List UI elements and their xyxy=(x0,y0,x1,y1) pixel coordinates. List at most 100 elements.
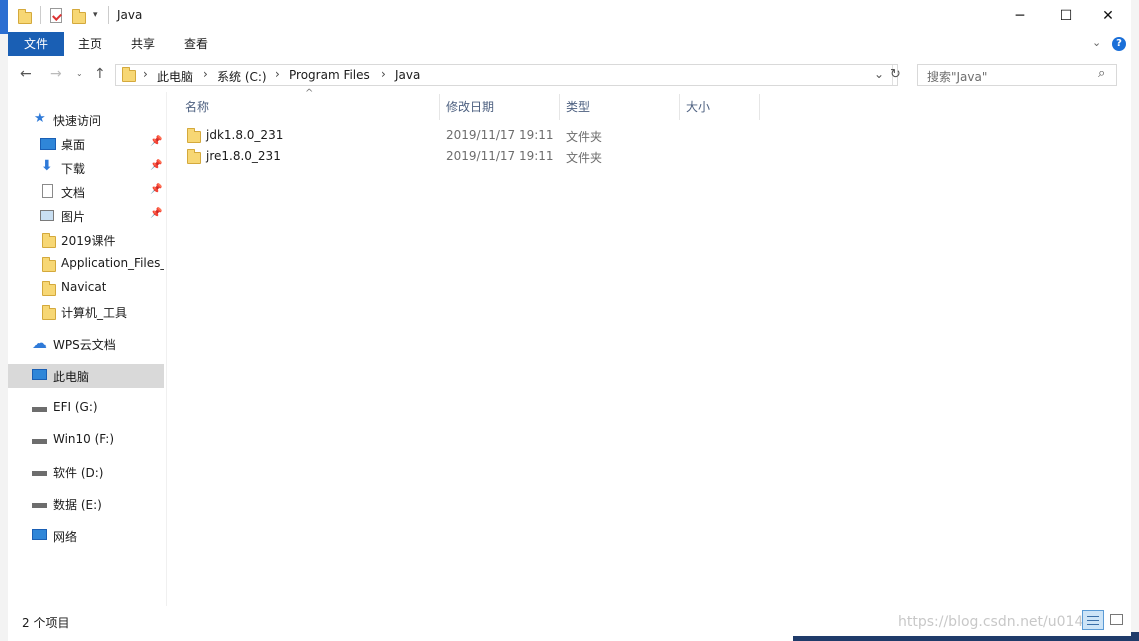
nav-quick-access[interactable]: ★ 快速访问 xyxy=(8,108,164,132)
nav-item-desktop[interactable]: 桌面 📌 xyxy=(8,132,164,156)
back-arrow-icon[interactable]: ← xyxy=(20,66,32,82)
tab-home[interactable]: 主页 xyxy=(64,32,116,56)
pin-icon[interactable]: 📌 xyxy=(150,160,162,171)
breadcrumb-system-c[interactable]: 系统 (C:) xyxy=(217,68,267,85)
star-icon: ★ xyxy=(34,111,46,126)
folder-icon xyxy=(18,9,32,24)
nav-item-folder[interactable]: Application_Files_F xyxy=(8,252,164,276)
network-icon xyxy=(32,529,47,540)
recent-locations-icon[interactable]: ⌄ xyxy=(76,69,83,78)
pin-icon[interactable]: 📌 xyxy=(150,208,162,219)
drive-icon xyxy=(32,407,47,412)
file-row[interactable]: jdk1.8.0_231 2019/11/17 19:11 文件夹 xyxy=(177,126,777,146)
minimize-button[interactable]: ─ xyxy=(997,0,1043,32)
divider xyxy=(108,6,109,24)
file-row[interactable]: jre1.8.0_231 2019/11/17 19:11 文件夹 xyxy=(177,147,777,167)
large-icons-view-icon[interactable] xyxy=(1106,610,1128,630)
address-dropdown-icon[interactable]: ⌄ xyxy=(874,67,884,81)
tab-view[interactable]: 查看 xyxy=(171,32,221,56)
nav-item-folder[interactable]: 计算机_工具 xyxy=(8,300,164,324)
nav-item-wps-cloud[interactable]: ☁ WPS云文档 xyxy=(8,332,164,356)
divider xyxy=(40,6,41,24)
address-bar[interactable]: › 此电脑 › 系统 (C:) › Program Files › Java ⌄ xyxy=(115,64,898,86)
maximize-button[interactable]: ☐ xyxy=(1043,0,1089,32)
column-header-name[interactable]: 名称 xyxy=(185,98,209,115)
nav-label: Application_Files_F xyxy=(61,256,164,270)
file-type: 文件夹 xyxy=(566,151,603,165)
tab-share[interactable]: 共享 xyxy=(118,32,168,56)
column-divider[interactable] xyxy=(679,94,680,120)
nav-item-this-pc[interactable]: 此电脑 xyxy=(8,364,164,388)
nav-item-drive[interactable]: 软件 (D:) xyxy=(8,460,164,484)
column-header-date[interactable]: 修改日期 xyxy=(446,98,494,115)
nav-item-folder[interactable]: 2019课件 xyxy=(8,228,164,252)
pin-icon[interactable]: 📌 xyxy=(150,184,162,195)
chevron-right-icon[interactable]: › xyxy=(275,67,280,81)
nav-item-drive[interactable]: EFI (G:) xyxy=(8,396,164,420)
chevron-right-icon[interactable]: › xyxy=(203,67,208,81)
background-window-left-title xyxy=(0,0,8,34)
search-placeholder: 搜索"Java" xyxy=(927,70,988,84)
nav-label: 软件 (D:) xyxy=(53,466,104,480)
chevron-right-icon[interactable]: › xyxy=(143,67,148,81)
column-divider[interactable] xyxy=(559,94,560,120)
new-folder-icon[interactable] xyxy=(72,9,86,24)
nav-item-downloads[interactable]: ⬇ 下载 📌 xyxy=(8,156,164,180)
nav-item-drive[interactable]: Win10 (F:) xyxy=(8,428,164,452)
background-window-left xyxy=(0,0,8,641)
nav-item-drive[interactable]: 数据 (E:) xyxy=(8,492,164,516)
nav-label: EFI (G:) xyxy=(53,400,98,414)
close-button[interactable]: ✕ xyxy=(1085,0,1131,32)
forward-arrow-icon[interactable]: → xyxy=(50,66,62,82)
nav-label: 快速访问 xyxy=(53,114,102,128)
nav-label: 2019课件 xyxy=(61,234,116,248)
nav-label: 桌面 xyxy=(61,138,86,152)
tab-file[interactable]: 文件 xyxy=(8,32,64,56)
chevron-right-icon[interactable]: › xyxy=(381,67,386,81)
column-divider[interactable] xyxy=(439,94,440,120)
folder-icon xyxy=(42,281,56,296)
refresh-icon[interactable]: ↻ xyxy=(890,67,901,82)
customize-toolbar-icon[interactable]: ▾ xyxy=(93,10,98,20)
breadcrumb-this-pc[interactable]: 此电脑 xyxy=(157,68,193,85)
drive-icon xyxy=(32,503,47,508)
breadcrumb-java[interactable]: Java xyxy=(395,68,420,82)
nav-label: 此电脑 xyxy=(53,370,90,384)
file-name: jre1.8.0_231 xyxy=(206,149,281,163)
breadcrumb-program-files[interactable]: Program Files xyxy=(289,68,370,82)
nav-item-folder[interactable]: Navicat xyxy=(8,276,164,300)
search-icon[interactable]: ⌕ xyxy=(1098,66,1105,81)
address-row: ← → ⌄ ↑ › 此电脑 › 系统 (C:) › Program Files … xyxy=(8,56,1131,92)
nav-item-pictures[interactable]: 图片 📌 xyxy=(8,204,164,228)
nav-label: WPS云文档 xyxy=(53,338,116,352)
column-header-type[interactable]: 类型 xyxy=(566,98,590,115)
nav-item-documents[interactable]: 文档 📌 xyxy=(8,180,164,204)
cloud-icon: ☁ xyxy=(32,334,47,352)
file-list: ^ 名称 修改日期 类型 大小 jdk1.8.0_231 2019/11/17 … xyxy=(167,88,1131,606)
file-type: 文件夹 xyxy=(566,130,603,144)
nav-item-network[interactable]: 网络 xyxy=(8,524,164,548)
drive-icon xyxy=(32,471,47,476)
watermark-text: https://blog.csdn.net/u014... xyxy=(898,614,1097,630)
chevron-down-icon[interactable]: ⌄ xyxy=(1092,36,1101,49)
nav-label: 网络 xyxy=(53,530,78,544)
window-title: Java xyxy=(117,8,143,22)
nav-label: 数据 (E:) xyxy=(53,498,102,512)
folder-icon xyxy=(42,257,56,272)
column-divider[interactable] xyxy=(759,94,760,120)
help-icon[interactable]: ? xyxy=(1112,37,1126,51)
properties-icon[interactable] xyxy=(50,8,62,23)
picture-icon xyxy=(40,210,54,221)
navigation-pane: ★ 快速访问 桌面 📌 ⬇ 下载 📌 文档 📌 图片 📌 2019课件 Appl… xyxy=(8,92,167,606)
column-header-size[interactable]: 大小 xyxy=(686,98,710,115)
pin-icon[interactable]: 📌 xyxy=(150,136,162,147)
explorer-window: ▾ Java ─ ☐ ✕ 文件 主页 共享 查看 ⌄ ? ← → ⌄ ↑ › 此… xyxy=(8,0,1131,636)
document-icon xyxy=(42,184,53,198)
item-count: 2 个项目 xyxy=(22,616,70,630)
search-input[interactable]: 搜索"Java" ⌕ xyxy=(917,64,1117,86)
up-arrow-icon[interactable]: ↑ xyxy=(94,66,106,82)
sort-ascending-icon: ^ xyxy=(305,88,314,99)
folder-icon xyxy=(42,233,56,248)
drive-icon xyxy=(32,439,47,444)
details-view-icon[interactable] xyxy=(1082,610,1104,630)
